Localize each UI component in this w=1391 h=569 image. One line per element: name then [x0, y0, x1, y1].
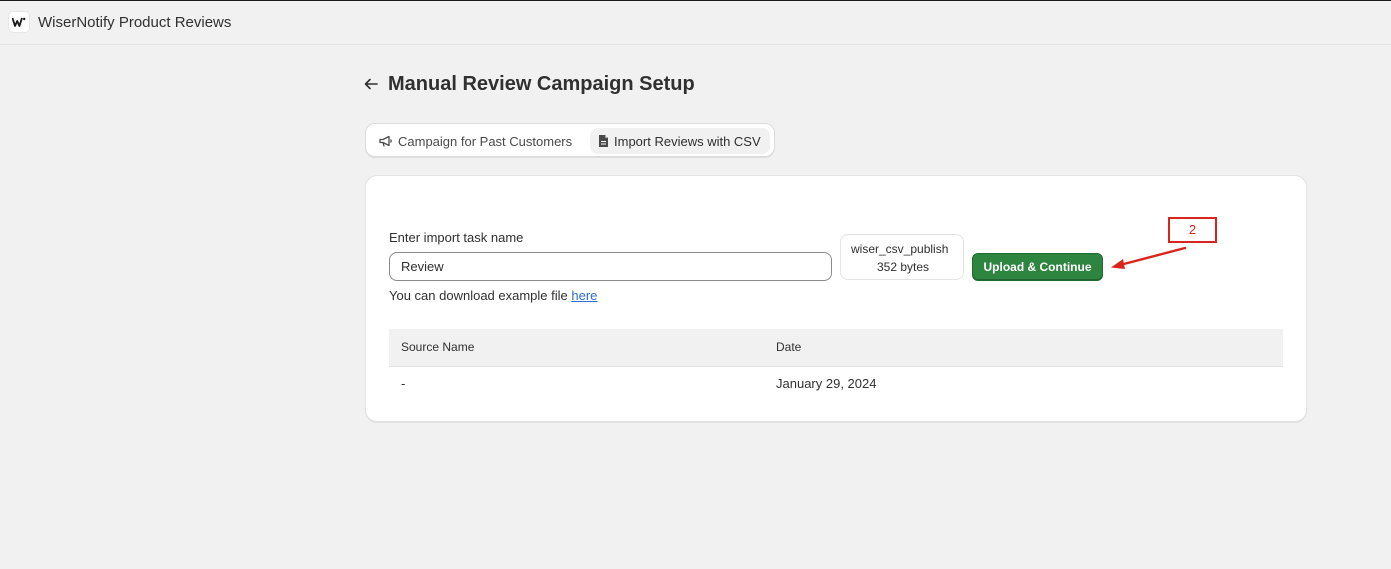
- tab-bar: Campaign for Past Customers Import Revie…: [365, 123, 775, 157]
- tab-label: Import Reviews with CSV: [614, 133, 761, 149]
- task-name-label: Enter import task name: [389, 230, 524, 245]
- arrow-left-icon: [364, 78, 378, 90]
- wisernotify-logo-icon: [9, 12, 29, 32]
- back-button[interactable]: [362, 71, 380, 97]
- table-header: Source Name Date: [389, 329, 1283, 367]
- file-dropzone[interactable]: wiser_csv_publish 352 bytes: [840, 234, 964, 280]
- annotation-step-label: 2: [1168, 217, 1217, 243]
- download-example-text: You can download example file here: [389, 288, 597, 303]
- import-history-table: Source Name Date - January 29, 2024: [389, 329, 1283, 400]
- cell-date: January 29, 2024: [776, 376, 877, 391]
- tab-import-reviews-csv[interactable]: Import Reviews with CSV: [590, 128, 770, 154]
- app-title: WiserNotify Product Reviews: [38, 14, 232, 31]
- tab-label: Campaign for Past Customers: [398, 133, 573, 149]
- cell-source-name: -: [401, 376, 406, 391]
- import-card: Enter import task name wiser_csv_publish…: [365, 175, 1307, 422]
- page-title: Manual Review Campaign Setup: [388, 72, 695, 95]
- table-row: - January 29, 2024: [389, 367, 1283, 400]
- task-name-input[interactable]: [389, 252, 832, 281]
- annotation-arrow-icon: [1111, 246, 1187, 269]
- tab-campaign-past-customers[interactable]: Campaign for Past Customers: [371, 128, 583, 154]
- file-name: wiser_csv_publish: [851, 242, 949, 256]
- page-header: Manual Review Campaign Setup: [362, 71, 695, 97]
- megaphone-icon: [379, 135, 393, 147]
- download-prefix: You can download example file: [389, 288, 572, 303]
- column-header-date: Date: [776, 340, 802, 354]
- column-header-source-name: Source Name: [401, 340, 475, 354]
- app-header: WiserNotify Product Reviews: [0, 1, 1391, 45]
- file-icon: [598, 134, 609, 148]
- file-size: 352 bytes: [876, 260, 930, 274]
- download-example-link[interactable]: here: [571, 288, 597, 303]
- upload-continue-button[interactable]: Upload & Continue: [972, 253, 1103, 281]
